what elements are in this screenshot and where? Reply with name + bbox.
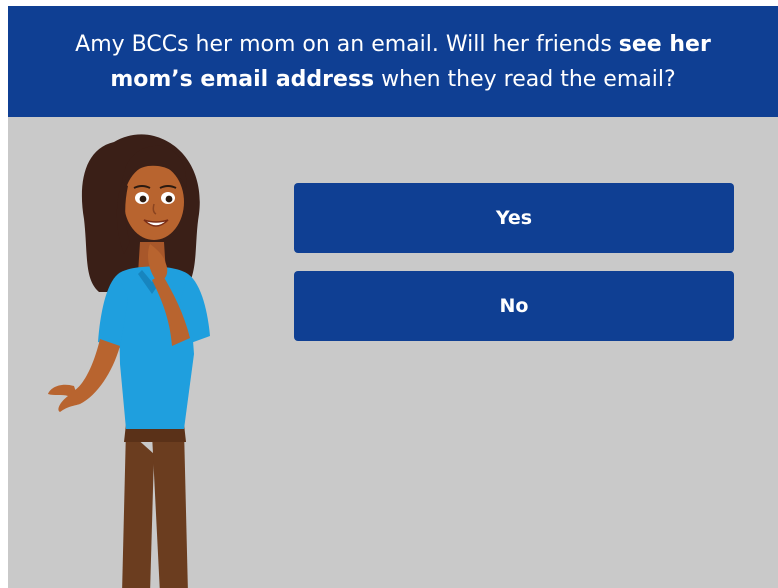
hand-left — [48, 384, 80, 412]
pupil-right — [165, 195, 173, 203]
question-banner: Amy BCCs her mom on an email. Will her f… — [8, 6, 778, 117]
amy-character-illustration — [48, 134, 210, 588]
answer-yes-label: Yes — [495, 207, 533, 229]
lesson-slide: Amy BCCs her mom on an email. Will her f… — [8, 6, 778, 588]
shirt-body — [118, 266, 194, 429]
question-emphasis-2: mom’s email address — [110, 66, 375, 92]
question-line-1: Amy BCCs her mom on an email. Will her f… — [75, 27, 711, 62]
question-text-2: when they read the email? — [374, 66, 676, 92]
pupil-left — [139, 195, 147, 203]
face — [124, 164, 184, 240]
question-text-1: Amy BCCs her mom on an email. Will her f… — [75, 31, 619, 57]
pants-left — [122, 429, 154, 588]
question-emphasis-1: see her — [618, 31, 711, 57]
answer-no-label: No — [499, 295, 529, 317]
arm-left — [72, 339, 120, 404]
answer-yes-button[interactable]: Yes — [294, 183, 734, 253]
answer-no-button[interactable]: No — [294, 271, 734, 341]
pants-right — [152, 429, 188, 588]
question-line-2: mom’s email address when they read the e… — [110, 62, 675, 97]
